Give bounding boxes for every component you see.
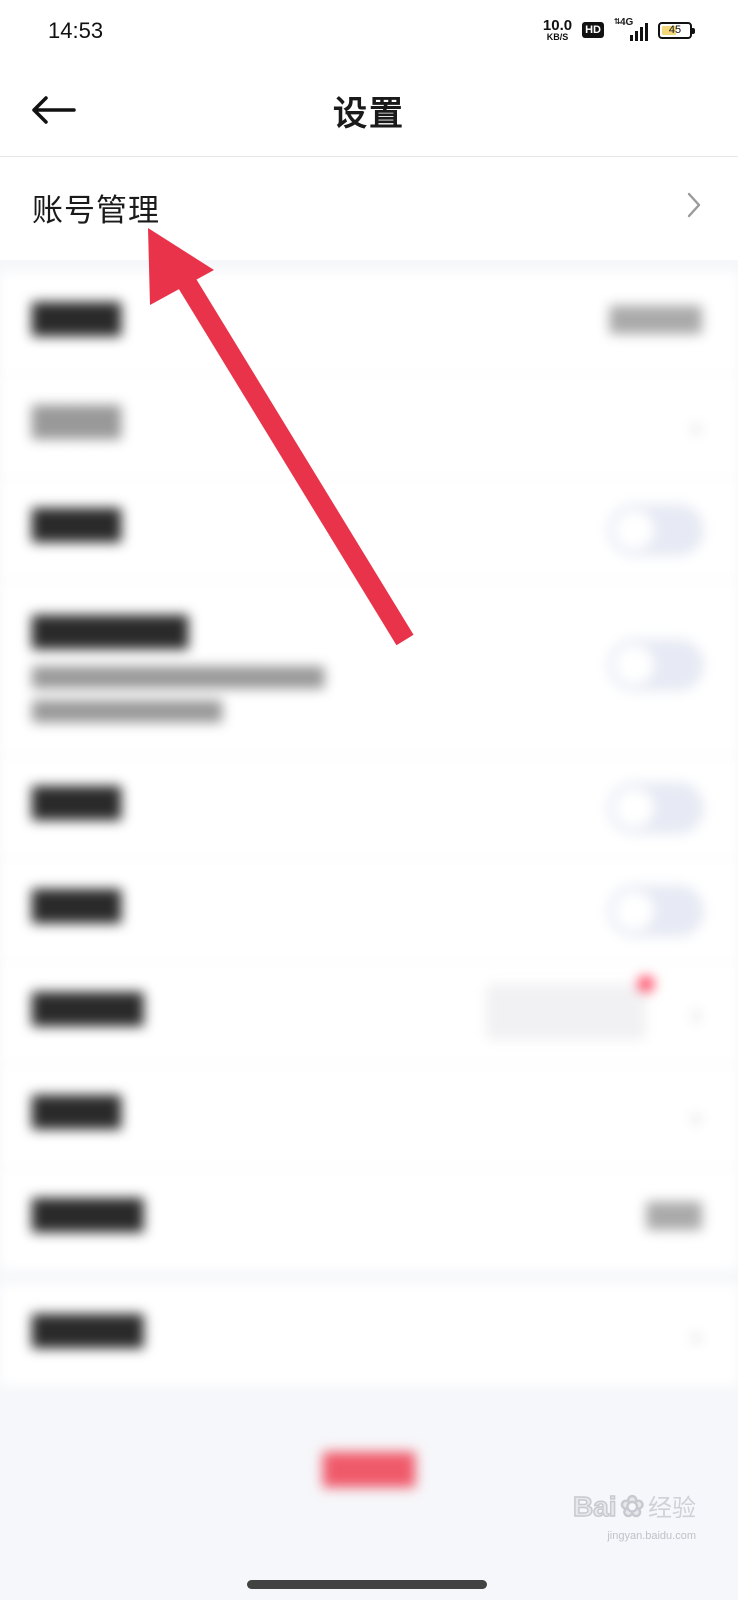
settings-group-1: ████ █████ ████ › ████ ███████ █████████…: [0, 272, 738, 1270]
status-icons: 10.0 KB/S HD ⇅ 4G 45: [543, 17, 695, 42]
account-management-label: 账号管理: [32, 193, 160, 229]
chevron-right-icon: ›: [690, 411, 702, 444]
page-title: 设置: [333, 94, 405, 134]
chevron-right-icon: ›: [690, 1101, 702, 1134]
toggle-switch: [608, 782, 704, 834]
home-indicator[interactable]: [247, 1580, 487, 1589]
signal-bars-icon: [630, 23, 648, 41]
blurred-row-2: ████ ›: [0, 375, 738, 478]
battery-icon: 45: [658, 21, 695, 39]
watermark-site: jingyan.baidu.com: [607, 1530, 696, 1542]
watermark-brand2: 经验: [648, 1495, 696, 1522]
blurred-row-4: ███████ ████████████████████ ████████████…: [0, 581, 738, 756]
network-speed-unit: KB/S: [546, 32, 569, 42]
blurred-row-10: █████ ›: [32, 1314, 702, 1353]
nav-bar: 设置: [0, 64, 738, 157]
blurred-row-3: ████: [0, 478, 738, 581]
settings-group-2: █████ ›: [0, 1284, 738, 1386]
blurred-row-9: █████ ███: [32, 1198, 702, 1232]
account-management-row[interactable]: 账号管理: [0, 157, 738, 260]
watermark-logo: Bai ✿ 经验 jingyan.baidu.com: [572, 1488, 696, 1542]
chevron-right-icon: [687, 192, 701, 218]
blurred-row-6: ████: [0, 859, 738, 962]
blurred-row-8: ████ ›: [0, 1065, 738, 1168]
toggle-switch: [608, 504, 704, 556]
toggle-switch: [608, 885, 704, 937]
blurred-row-1: ████ █████: [0, 272, 738, 375]
watermark-brand: Bai: [572, 1490, 617, 1523]
hd-icon: HD: [582, 22, 604, 38]
blurred-row-7: █████ ›: [0, 962, 738, 1065]
notification-dot: [638, 976, 654, 992]
battery-level: 45: [668, 23, 682, 36]
blurred-settings-list: ████ █████ ████ › ████ ███████ █████████…: [0, 272, 738, 1600]
network-speed: 10.0 KB/S: [543, 18, 572, 42]
status-time: 14:53: [48, 18, 104, 43]
status-bar: 14:53 10.0 KB/S HD ⇅ 4G 45: [0, 0, 738, 64]
network-speed-value: 10.0: [542, 17, 573, 34]
chevron-right-icon: ›: [690, 1320, 702, 1353]
chevron-right-icon: ›: [690, 998, 702, 1031]
signal-icon: ⇅ 4G: [614, 17, 648, 41]
toggle-switch: [608, 639, 704, 691]
paw-icon: ✿: [620, 1490, 645, 1523]
blurred-row-5: ████: [0, 756, 738, 859]
